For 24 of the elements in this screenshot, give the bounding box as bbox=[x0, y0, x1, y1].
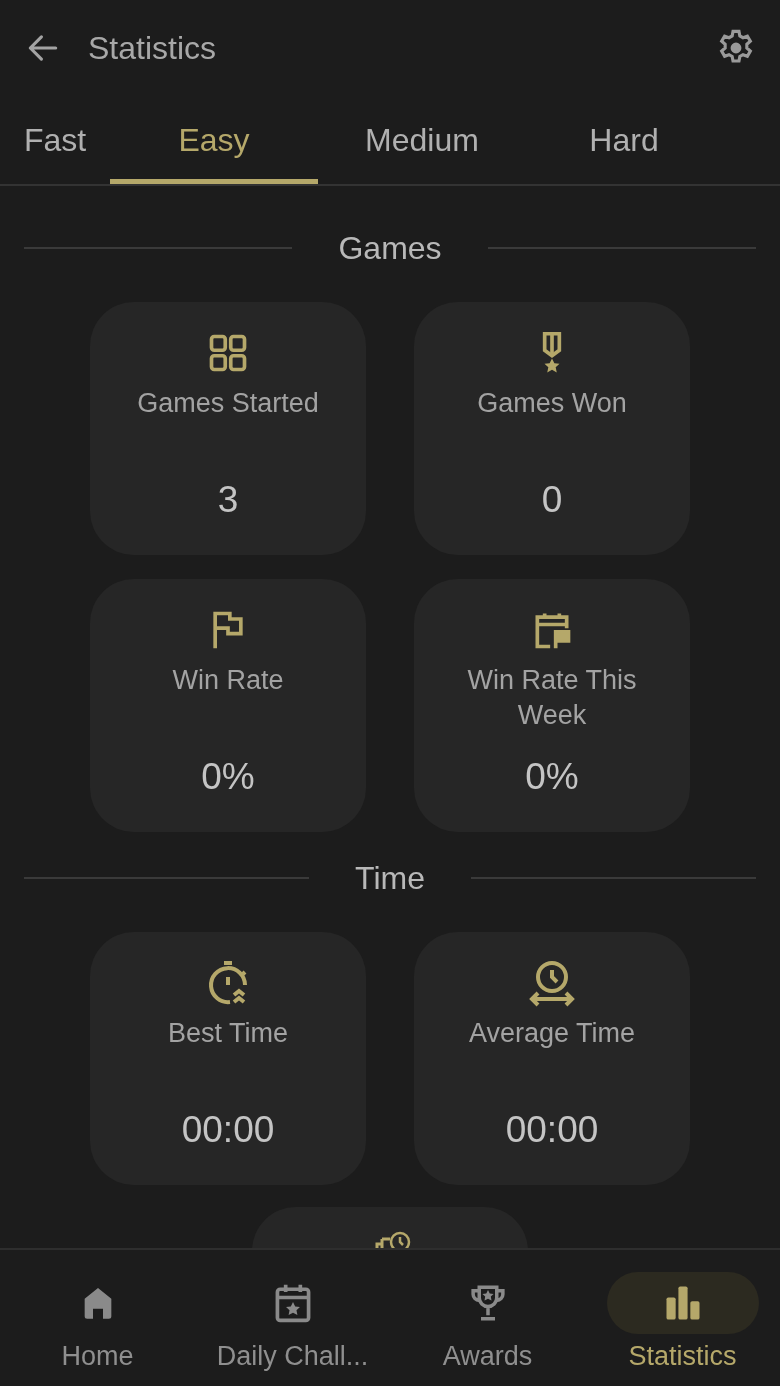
clock-arrows-icon bbox=[528, 959, 576, 1007]
stat-label: Win Rate bbox=[172, 664, 284, 697]
stat-label: Average Time bbox=[468, 1017, 636, 1050]
section-title: Games bbox=[338, 229, 442, 268]
stat-label: Best Time bbox=[167, 1017, 288, 1050]
difficulty-tab[interactable]: Easy bbox=[110, 95, 318, 184]
stat-value: 0% bbox=[201, 755, 255, 799]
nav-item[interactable]: Statistics bbox=[585, 1272, 780, 1386]
section-title: Time bbox=[355, 859, 425, 898]
stat-value: 0% bbox=[525, 755, 579, 799]
stat-value: 00:00 bbox=[181, 1108, 275, 1152]
stat-label: Games Won bbox=[477, 387, 627, 420]
difficulty-tab[interactable]: Hard bbox=[526, 95, 722, 184]
nav-item[interactable]: Home bbox=[0, 1272, 195, 1386]
difficulty-tab[interactable]: Fast bbox=[0, 95, 110, 184]
nav-item[interactable]: Awards bbox=[390, 1272, 585, 1386]
stat-value: 0 bbox=[541, 478, 563, 522]
stat-label: Games Started bbox=[137, 387, 319, 420]
screen-title: Statistics bbox=[88, 28, 217, 68]
stat-label: Win Rate This Week bbox=[466, 664, 638, 732]
nav-item[interactable]: Daily Chall... bbox=[195, 1272, 390, 1386]
difficulty-tab[interactable]: Medium bbox=[318, 95, 526, 184]
stat-value: 3 bbox=[217, 478, 239, 522]
stat-value: 00:00 bbox=[505, 1108, 599, 1152]
